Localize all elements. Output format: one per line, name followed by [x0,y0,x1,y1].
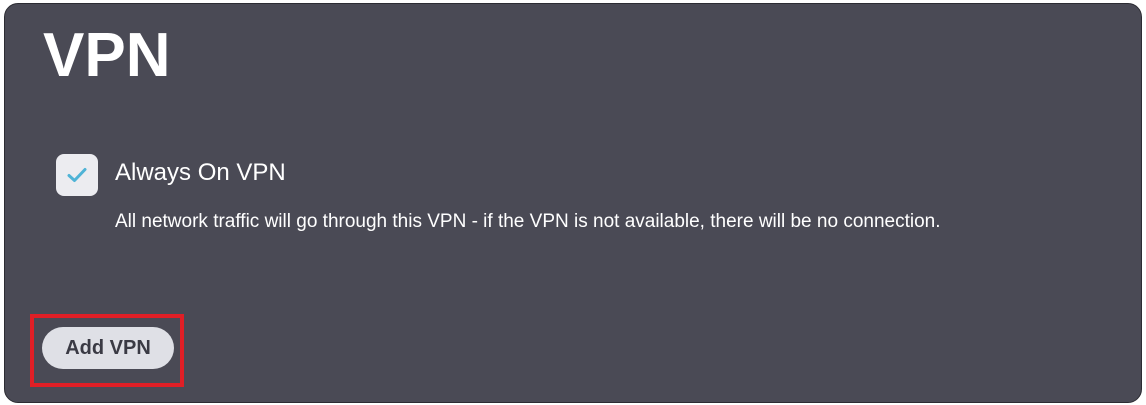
always-on-vpn-label[interactable]: Always On VPN [115,158,286,188]
always-on-vpn-checkbox[interactable] [56,154,98,196]
page-title: VPN [43,21,171,90]
vpn-settings-panel: VPN Always On VPN All network traffic wi… [4,3,1142,403]
check-icon [67,168,87,182]
add-vpn-button[interactable]: Add VPN [42,327,174,369]
always-on-vpn-description: All network traffic will go through this… [115,211,941,232]
